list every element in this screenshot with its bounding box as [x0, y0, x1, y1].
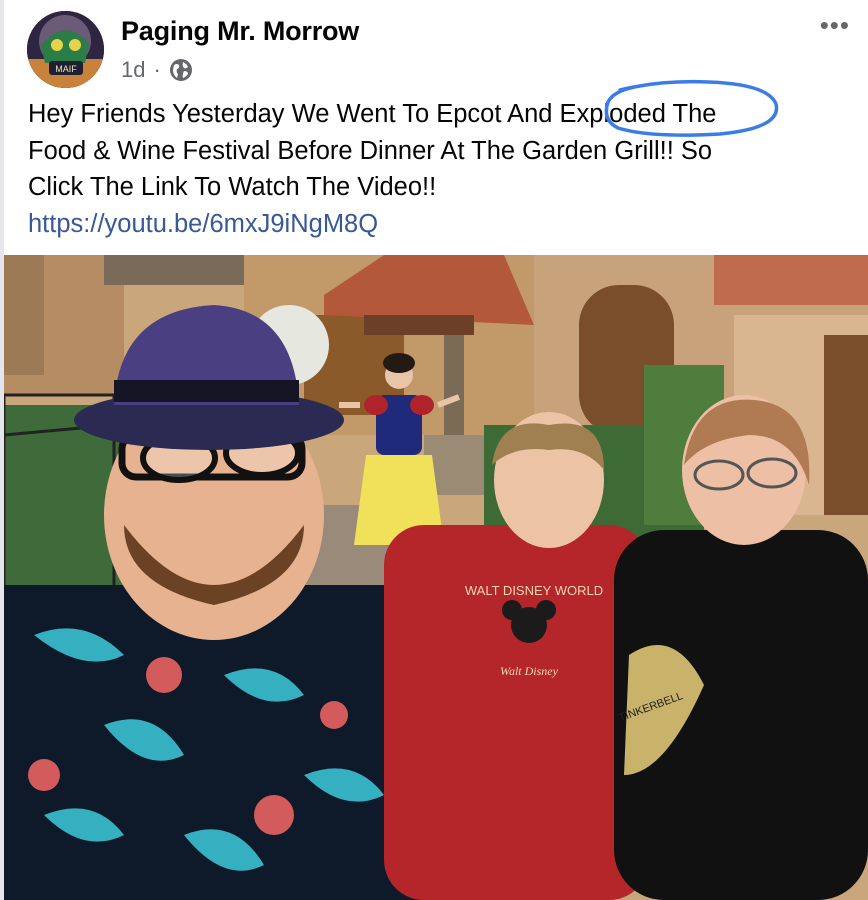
shirt-signature: Walt Disney [500, 664, 559, 678]
avatar[interactable]: MAIF [27, 11, 104, 88]
post-time[interactable]: 1d [121, 57, 145, 83]
avatar-image: MAIF [27, 11, 104, 88]
post-photo-image: WALT DISNEY WORLD Walt Disney TINKERBELL [4, 255, 868, 900]
post-meta: 1d · [121, 57, 193, 83]
avatar-badge-text: MAIF [55, 64, 77, 74]
post-photo[interactable]: WALT DISNEY WORLD Walt Disney TINKERBELL [4, 255, 868, 900]
author-name[interactable]: Paging Mr. Morrow [121, 16, 359, 47]
meta-separator: · [153, 57, 161, 82]
globe-icon [169, 59, 192, 81]
post-text: Hey Friends Yesterday We Went To Epcot A… [28, 96, 848, 242]
more-options-icon[interactable]: ••• [820, 10, 850, 41]
post-link[interactable]: https://youtu.be/6mxJ9iNgM8Q [28, 206, 848, 243]
shirt-text: WALT DISNEY WORLD [465, 583, 603, 598]
post-text-line: Hey Friends Yesterday We Went To Epcot A… [28, 100, 717, 128]
post-text-line: Food & Wine Festival Before Dinner At Th… [28, 136, 713, 165]
post-text-line: Click The Link To Watch The Video!! [28, 173, 437, 201]
